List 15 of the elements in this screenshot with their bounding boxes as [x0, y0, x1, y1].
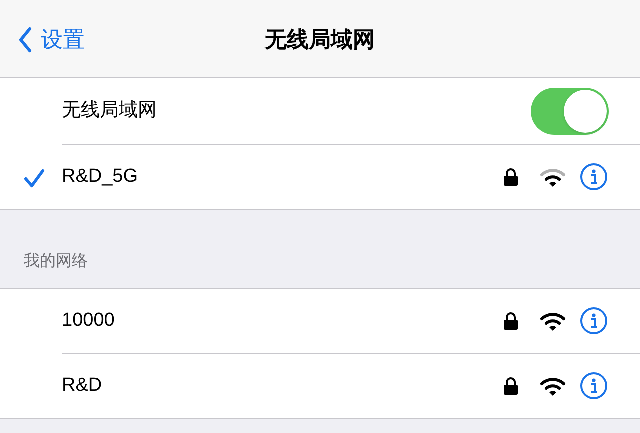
network-name: R&D — [62, 374, 104, 398]
info-button[interactable] — [580, 163, 608, 191]
back-chevron-icon — [18, 27, 33, 53]
info-button[interactable] — [580, 372, 608, 400]
network-name: R&D_5G — [62, 164, 140, 189]
network-row[interactable]: R&D — [0, 354, 640, 419]
info-button[interactable] — [580, 307, 608, 335]
screen-title: 无线局域网 — [265, 27, 375, 52]
section-header: 我的网络 — [24, 252, 88, 272]
toggle-switch[interactable] — [531, 88, 609, 134]
back-button[interactable]: 设置 — [18, 27, 85, 53]
network-row[interactable]: 10000 — [0, 289, 640, 354]
network-name: 10000 — [62, 308, 116, 333]
network-row[interactable]: R&D_5G — [0, 145, 640, 210]
setting-label: 无线局域网 — [62, 98, 158, 123]
